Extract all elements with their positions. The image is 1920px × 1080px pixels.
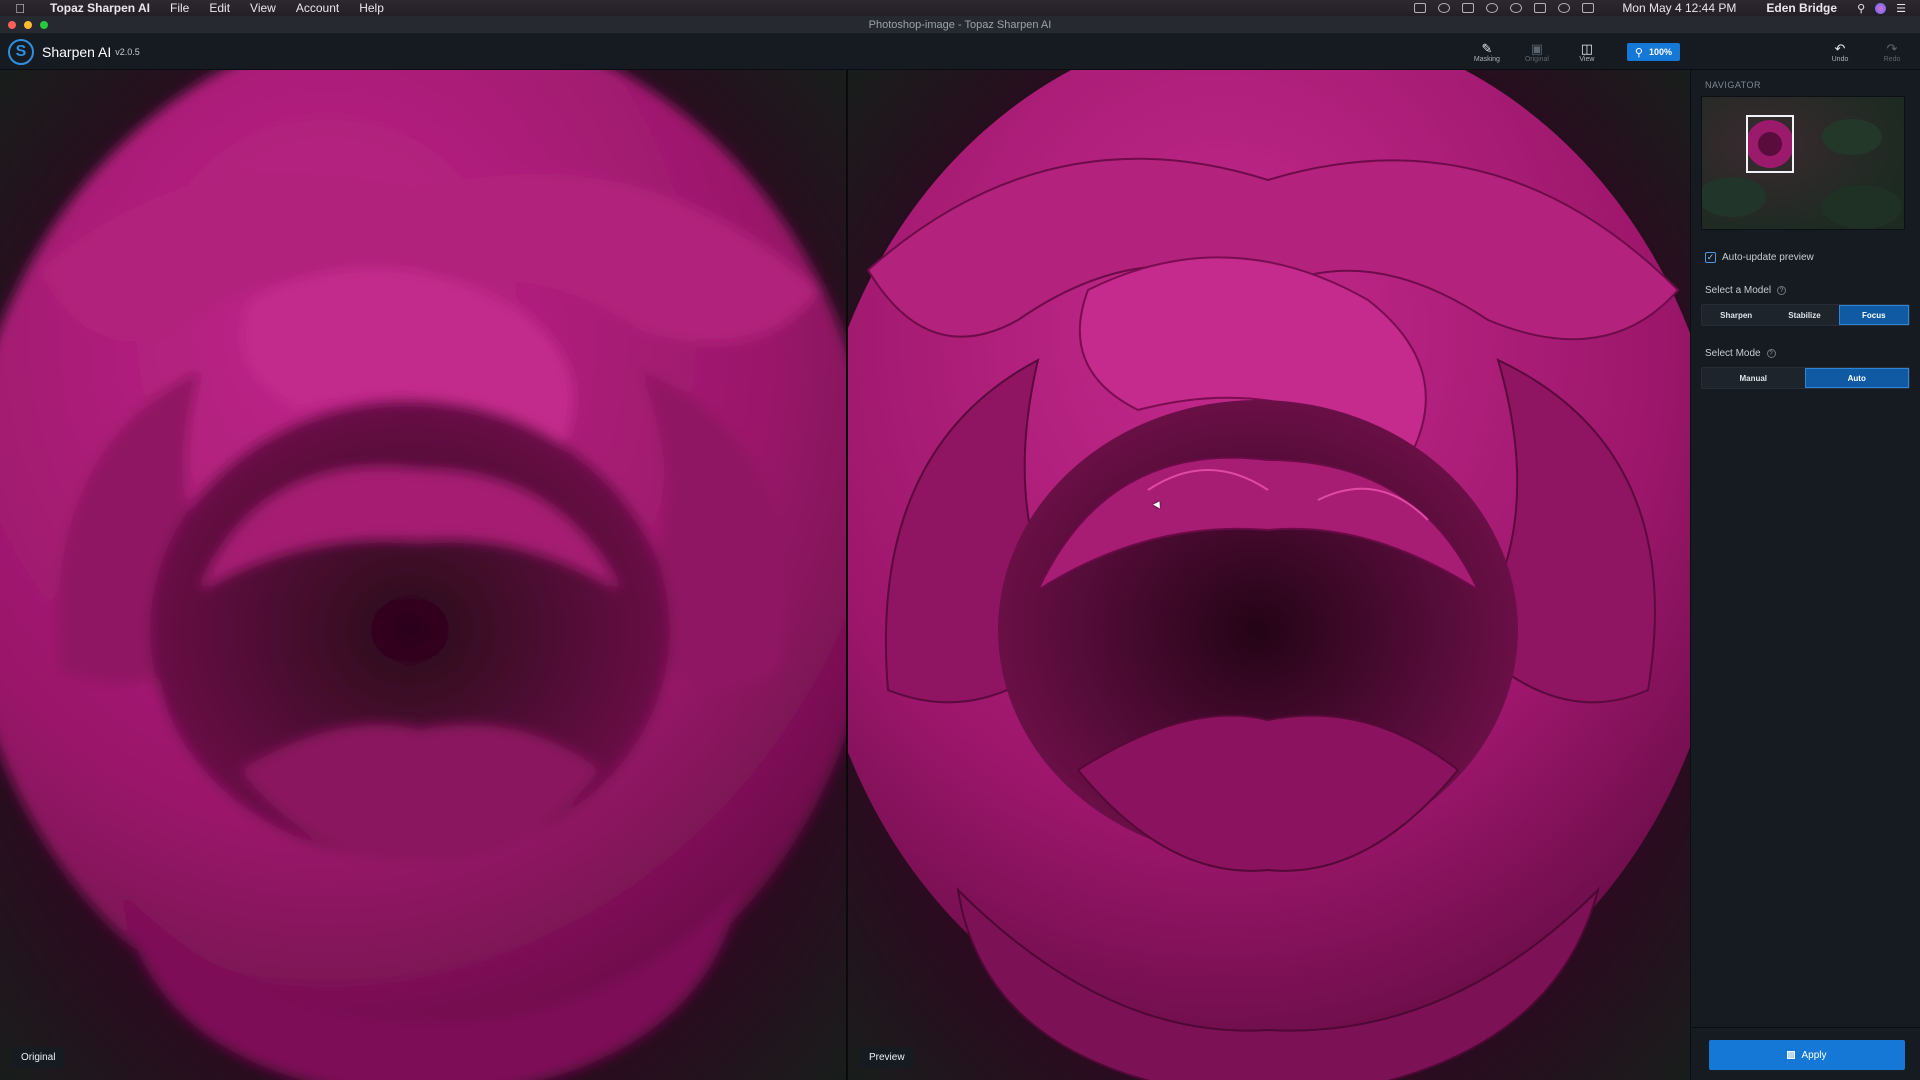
topaz-logo-icon: S <box>8 38 34 65</box>
view-toolbar: ✎ Masking ▣ Original ◫ View ⚲ 100% <box>1469 34 1680 70</box>
preview-label: Preview <box>860 1047 914 1068</box>
image-icon: ▣ <box>1530 40 1544 56</box>
screen-icon[interactable] <box>1414 3 1427 13</box>
menu-account[interactable]: Account <box>286 1 349 15</box>
model-stabilize-button[interactable]: Stabilize <box>1770 305 1838 325</box>
apply-icon <box>1787 1051 1796 1059</box>
original-button[interactable]: ▣ Original <box>1519 40 1555 63</box>
model-sharpen-button[interactable]: Sharpen <box>1702 305 1770 325</box>
undo-label: Undo <box>1831 55 1849 63</box>
apple-icon[interactable]:  <box>0 1 40 16</box>
settings-panel: NAVIGATOR ✓ Auto-update preview Select a… <box>1690 70 1920 1080</box>
zoom-button[interactable]: ⚲ 100% <box>1626 43 1680 61</box>
notification-center-icon[interactable]: ☰ <box>1896 2 1906 15</box>
volume-icon[interactable] <box>1582 3 1595 13</box>
undo-button[interactable]: ↶ Undo <box>1822 40 1858 63</box>
masking-label: Masking <box>1473 55 1500 63</box>
menu-help[interactable]: Help <box>349 1 394 15</box>
menubar-clock[interactable]: Mon May 4 12:44 PM <box>1612 1 1746 15</box>
spotlight-icon[interactable]: ⚲ <box>1857 2 1865 15</box>
eye-icon[interactable] <box>1438 3 1451 13</box>
redo-icon: ↷ <box>1886 40 1898 56</box>
mode-auto-button[interactable]: Auto <box>1804 368 1909 388</box>
brush-icon: ✎ <box>1481 40 1493 56</box>
model-heading: Select a Model ? <box>1691 263 1920 304</box>
auto-update-checkbox[interactable]: ✓ Auto-update preview <box>1691 230 1920 263</box>
model-selector: Sharpen Stabilize Focus <box>1701 304 1910 326</box>
dropbox-icon[interactable] <box>1462 3 1475 13</box>
original-pane[interactable]: Original <box>0 70 846 1080</box>
preview-pane[interactable]: Preview <box>848 70 1690 1080</box>
original-label: Original <box>12 1047 65 1068</box>
model-focus-button[interactable]: Focus <box>1838 305 1909 325</box>
menu-view[interactable]: View <box>240 1 286 15</box>
panel-divider <box>1691 1027 1920 1028</box>
app-name: Sharpen AI <box>42 43 112 60</box>
apply-button[interactable]: Apply <box>1709 1040 1905 1070</box>
window-title: Photoshop-image - Topaz Sharpen AI <box>868 18 1052 31</box>
apply-label: Apply <box>1801 1049 1827 1061</box>
time-machine-icon[interactable] <box>1510 3 1523 13</box>
magnifier-icon: ⚲ <box>1634 46 1643 59</box>
checkmark-icon: ✓ <box>1705 252 1716 263</box>
menu-file[interactable]: File <box>160 1 199 15</box>
split-view-icon: ◫ <box>1580 40 1594 56</box>
mode-selector: Manual Auto <box>1701 367 1910 389</box>
rose-original-image <box>0 70 846 1080</box>
app-header: S Sharpen AI v2.0.5 ✎ Masking ▣ Original… <box>0 34 1920 70</box>
siri-icon[interactable] <box>1875 2 1887 14</box>
mac-menubar:  Topaz Sharpen AI File Edit View Accoun… <box>0 0 1920 16</box>
navigator-rose-thumbnail <box>1702 97 1904 229</box>
auto-update-label: Auto-update preview <box>1722 252 1814 263</box>
menu-app-name[interactable]: Topaz Sharpen AI <box>40 1 160 15</box>
mode-manual-button[interactable]: Manual <box>1702 368 1805 388</box>
image-canvas[interactable]: Original Preview <box>0 70 1690 1080</box>
mode-heading: Select Mode ? <box>1691 326 1920 367</box>
history-controls: ↶ Undo ↷ Redo <box>1822 34 1910 70</box>
view-button[interactable]: ◫ View <box>1569 40 1605 63</box>
help-icon[interactable]: ? <box>1777 286 1787 295</box>
mode-label: Select Mode <box>1705 348 1761 359</box>
help-icon[interactable]: ? <box>1766 349 1776 358</box>
app-version: v2.0.5 <box>115 46 140 57</box>
masking-button[interactable]: ✎ Masking <box>1469 40 1505 63</box>
drop-icon[interactable] <box>1486 3 1499 13</box>
navigator-thumbnail[interactable] <box>1701 96 1905 230</box>
menu-edit[interactable]: Edit <box>199 1 240 15</box>
bluetooth-icon[interactable] <box>1534 3 1547 13</box>
window-titlebar: Photoshop-image - Topaz Sharpen AI <box>0 16 1920 34</box>
menubar-user[interactable]: Eden Bridge <box>1756 1 1847 15</box>
view-label: View <box>1579 55 1595 63</box>
model-label: Select a Model <box>1705 285 1772 296</box>
wifi-icon[interactable] <box>1558 3 1571 13</box>
zoom-value: 100% <box>1648 47 1672 57</box>
navigator-heading: NAVIGATOR <box>1705 80 1762 90</box>
redo-button[interactable]: ↷ Redo <box>1874 40 1910 63</box>
rose-preview-image <box>848 70 1690 1080</box>
original-label: Original <box>1524 55 1549 63</box>
redo-label: Redo <box>1883 55 1901 63</box>
status-tray <box>1414 3 1595 13</box>
navigator-viewport-box[interactable] <box>1746 115 1794 173</box>
undo-icon: ↶ <box>1834 40 1846 56</box>
